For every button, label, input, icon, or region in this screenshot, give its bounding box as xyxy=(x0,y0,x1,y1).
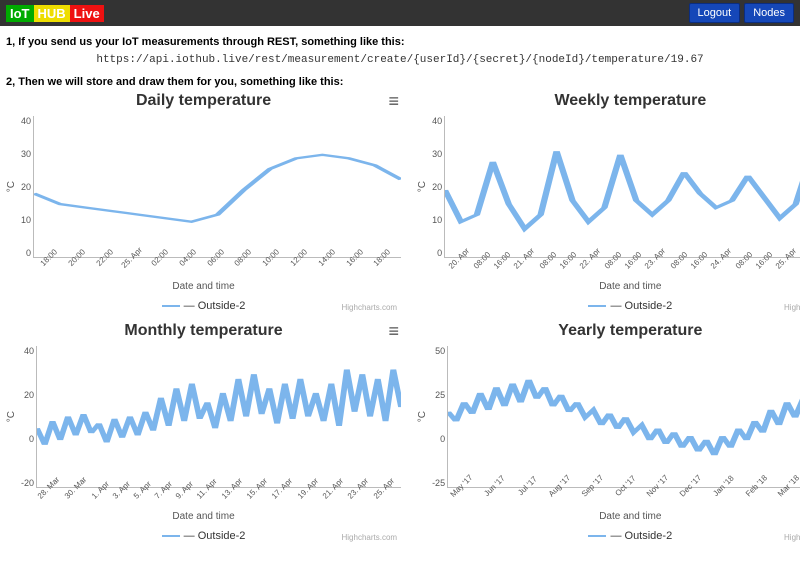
logo-hub: HUB xyxy=(34,5,70,22)
chart-weekly: ≡Weekly temperature°C40302010020. Apr08:… xyxy=(417,92,800,312)
chart-yearly: ≡Yearly temperature°C50250-25May '17Jun … xyxy=(417,322,800,542)
plot-area xyxy=(444,116,800,258)
api-example: https://api.iothub.live/rest/measurement… xyxy=(6,54,794,66)
chart-credit: Highcharts.com xyxy=(341,303,397,312)
charts-grid: ≡Daily temperature°C40302010018:0020:002… xyxy=(6,92,794,542)
x-axis-label: Date and time xyxy=(6,281,401,292)
x-axis-ticks: 20. Apr08:0016:0021. Apr08:0016:0022. Ap… xyxy=(451,260,800,269)
plot-area xyxy=(36,346,401,488)
chart-menu-icon[interactable]: ≡ xyxy=(389,94,400,108)
y-axis-ticks: 50250-25 xyxy=(430,342,447,492)
x-axis-ticks: 18:0020:0022:0025. Apr02:0004:0006:0008:… xyxy=(40,260,401,269)
legend: — Outside-2 xyxy=(417,300,800,312)
y-axis-ticks: 40200-20 xyxy=(19,342,36,492)
page-content: 1, If you send us your IoT measurements … xyxy=(0,26,800,542)
x-axis-ticks: 28. Mar30. Mar1. Apr3. Apr5. Apr7. Apr9.… xyxy=(40,490,401,499)
legend: — Outside-2 xyxy=(417,530,800,542)
intro-line-2: 2, Then we will store and draw them for … xyxy=(6,76,794,88)
x-axis-label: Date and time xyxy=(6,511,401,522)
intro-line-1: 1, If you send us your IoT measurements … xyxy=(6,36,794,48)
plot-area xyxy=(33,116,401,258)
logo-iot: IoT xyxy=(6,5,34,22)
nodes-button[interactable]: Nodes xyxy=(744,3,794,23)
logout-button[interactable]: Logout xyxy=(689,3,741,23)
chart-title: Daily temperature xyxy=(6,92,401,110)
chart-credit: Highcharts.com xyxy=(784,533,800,542)
x-axis-label: Date and time xyxy=(417,511,800,522)
y-axis-label: °C xyxy=(6,411,17,422)
chart-title: Weekly temperature xyxy=(417,92,800,110)
logo: IoT HUB Live xyxy=(6,5,104,22)
top-bar: IoT HUB Live Logout Nodes xyxy=(0,0,800,26)
y-axis-label: °C xyxy=(417,411,428,422)
chart-daily: ≡Daily temperature °C403020100 18:0020:002… xyxy=(6,92,401,312)
x-axis-label: Date and time xyxy=(417,281,800,292)
plot-area xyxy=(447,346,800,488)
chart-menu-icon[interactable]: ≡ xyxy=(389,324,400,338)
chart-credit: Highcharts.com xyxy=(341,533,397,542)
chart-title: Yearly temperature xyxy=(417,322,800,340)
x-axis-ticks: May '17Jun '17Jul '17Aug '17Sep '17Oct '… xyxy=(451,490,800,499)
y-axis-label: °C xyxy=(417,181,428,192)
chart-monthly: ≡Monthly temperature °C40200-20 28. Mar30.… xyxy=(6,322,401,542)
chart-title: Monthly temperature xyxy=(6,322,401,340)
logo-live: Live xyxy=(70,5,104,22)
chart-credit: Highcharts.com xyxy=(784,303,800,312)
y-axis-ticks: 403020100 xyxy=(19,112,33,262)
y-axis-ticks: 403020100 xyxy=(430,112,444,262)
y-axis-label: °C xyxy=(6,181,17,192)
nav: Logout Nodes xyxy=(689,3,794,23)
